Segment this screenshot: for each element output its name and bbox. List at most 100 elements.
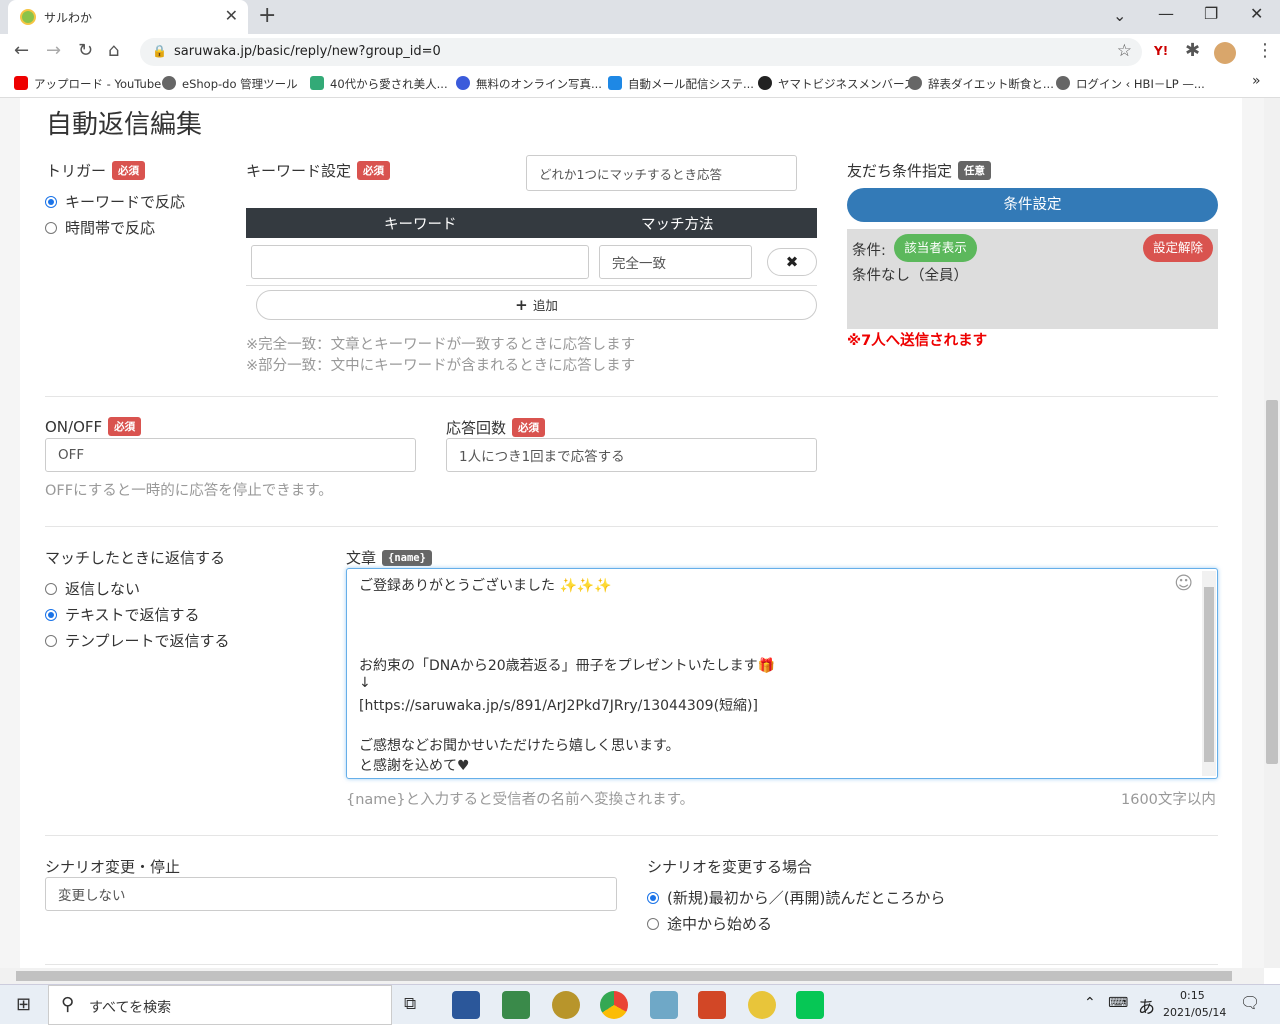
clock-date[interactable]: 2021/05/14 (1163, 1006, 1226, 1019)
required-badge: 必須 (108, 417, 142, 436)
back-icon[interactable]: ← (14, 40, 29, 61)
tab-title: サルわか (44, 11, 93, 25)
search-icon: ⚲ (61, 994, 75, 1015)
match-method-select[interactable]: 完全一致 (599, 245, 752, 279)
new-tab-icon[interactable]: + (258, 3, 276, 28)
radio-checked-icon (45, 196, 57, 208)
word-icon[interactable] (452, 991, 480, 1019)
leaf-icon (310, 76, 324, 90)
message-line: ご登録ありがとうございました ✨✨✨ (359, 578, 612, 594)
bookmark-star-icon[interactable]: ☆ (1117, 41, 1132, 61)
reply-label: マッチしたときに返信する (45, 549, 226, 567)
bookmark-mail[interactable]: 自動メール配信システ... (608, 76, 754, 92)
reload-icon[interactable]: ↻ (78, 40, 93, 61)
extensions-icon[interactable]: ✱ (1185, 40, 1200, 61)
bookmark-yamato[interactable]: ヤマトビジネスメンバーズ (758, 76, 915, 92)
bookmark-photo[interactable]: 無料のオンライン写真... (456, 76, 602, 92)
minimize-icon[interactable]: — (1158, 4, 1174, 23)
keyword-input[interactable] (251, 245, 589, 279)
close-window-icon[interactable]: ✕ (1250, 4, 1263, 23)
globe-icon (1056, 76, 1070, 90)
task-view-icon[interactable]: ⧉ (404, 994, 416, 1014)
forward-icon[interactable]: → (46, 40, 61, 61)
scenario-select[interactable]: 変更しない (45, 877, 617, 911)
c-icon (456, 76, 470, 90)
bookmark-beauty[interactable]: 40代から愛され美人... (310, 76, 448, 92)
onoff-note: OFFにすると一時的に応答を停止できます。 (45, 483, 333, 499)
bookmark-eshop[interactable]: eShop-do 管理ツール (162, 76, 298, 92)
tray-chevron-icon[interactable]: ⌃ (1084, 995, 1096, 1011)
page-title: 自動返信編集 (46, 110, 203, 140)
match-mode-select[interactable]: どれか1つにマッチするとき応答 (526, 155, 797, 191)
textarea-scrollbar[interactable] (1202, 571, 1216, 776)
close-icon: ✖ (785, 253, 799, 271)
scrollbar-thumb[interactable] (1266, 400, 1278, 764)
windows-start-icon[interactable]: ⊞ (16, 994, 31, 1015)
more-bookmarks-icon[interactable]: » (1252, 73, 1261, 89)
radio-checked-icon (45, 609, 57, 621)
section-divider (45, 526, 1218, 527)
profile-avatar[interactable] (1214, 42, 1236, 64)
keyboard-icon[interactable]: ⌨ (1108, 995, 1128, 1011)
trigger-option-keyword[interactable]: キーワードで反応 (45, 191, 185, 212)
notepad-app-icon[interactable] (650, 991, 678, 1019)
bookmark-login[interactable]: ログイン ‹ HBI－LP —... (1056, 76, 1205, 92)
reply-option-text[interactable]: テキストで返信する (45, 604, 200, 625)
taskbar-search[interactable]: ⚲ すべてを検索 (48, 985, 392, 1025)
reply-option-template[interactable]: テンプレートで返信する (45, 630, 230, 651)
name-tag-badge: {name} (382, 550, 432, 566)
clock-time[interactable]: 0:15 (1180, 989, 1205, 1002)
page-horizontal-scrollbar[interactable] (0, 968, 1264, 984)
page-vertical-scrollbar[interactable] (1264, 98, 1280, 968)
bookmark-diet[interactable]: 辞表ダイエット断食と... (908, 76, 1054, 92)
clear-condition-button[interactable]: 設定解除 (1143, 234, 1213, 262)
message-textarea[interactable]: ご登録ありがとうございました ✨✨✨ お約束の「DNAから20歳若返る」冊子をプ… (346, 568, 1218, 779)
line-icon[interactable] (796, 991, 824, 1019)
ime-mode[interactable]: あ (1138, 993, 1155, 1018)
delete-row-button[interactable]: ✖ (767, 248, 817, 276)
optional-badge: 任意 (958, 161, 992, 180)
restore-icon[interactable]: ❐ (1204, 4, 1218, 23)
radio-unchecked-icon (45, 583, 57, 595)
radio-unchecked-icon (45, 635, 57, 647)
message-line: お約束の「DNAから20歳若返る」冊子をプレゼントいたします🎁 (359, 658, 776, 674)
home-icon[interactable]: ⌂ (108, 40, 119, 61)
condition-settings-button[interactable]: 条件設定 (847, 188, 1218, 222)
emoji-picker-icon[interactable]: ☺ (1174, 573, 1193, 594)
bookmarks-bar: アップロード - YouTube eShop-do 管理ツール 40代から愛され… (0, 70, 1280, 98)
col-keyword: キーワード (384, 217, 457, 233)
name-variable-note: {name}と入力すると受信者の名前へ変換されます。 (346, 792, 695, 808)
heart-icon: ♥ (457, 758, 470, 774)
message-label: 文章 {name} (346, 547, 432, 568)
url-text: saruwaka.jp/basic/reply/new?group_id=0 (174, 44, 441, 59)
scrollbar-thumb[interactable] (16, 971, 1232, 981)
bookmark-youtube[interactable]: アップロード - YouTube (14, 76, 161, 92)
crown-app-icon[interactable] (552, 991, 580, 1019)
show-target-button[interactable]: 該当者表示 (894, 234, 977, 262)
add-keyword-button[interactable]: + 追加 (256, 290, 817, 320)
chrome-icon[interactable] (600, 991, 628, 1019)
sales-app-icon[interactable] (502, 991, 530, 1019)
yahoo-extension-icon[interactable]: Y! (1154, 44, 1168, 58)
address-bar[interactable]: 🔒 saruwaka.jp/basic/reply/new?group_id=0… (140, 38, 1142, 66)
close-tab-icon[interactable]: ✕ (225, 6, 238, 25)
response-count-select[interactable]: 1人につき1回まで応答する (446, 438, 817, 472)
onoff-select[interactable]: OFF (45, 438, 416, 472)
cat-icon (758, 76, 772, 90)
tab-search-icon[interactable]: ⌄ (1113, 6, 1126, 25)
menu-icon[interactable]: ⋮ (1256, 40, 1274, 61)
ftp-app-icon[interactable] (748, 991, 776, 1019)
browser-tab[interactable]: サルわか ✕ (8, 0, 248, 34)
scenario-option-restart[interactable]: (新規)最初から／(再開)読んだところから (647, 887, 945, 908)
required-badge: 必須 (112, 161, 146, 180)
powerpoint-icon[interactable] (698, 991, 726, 1019)
onoff-label: ON/OFF 必須 (45, 417, 142, 436)
globe-icon (908, 76, 922, 90)
notification-icon[interactable]: 🗨 (1240, 993, 1260, 1012)
scrollbar-thumb[interactable] (1204, 587, 1214, 762)
section-divider (45, 964, 1218, 965)
lock-icon: 🔒 (152, 44, 167, 58)
trigger-option-time[interactable]: 時間帯で反応 (45, 217, 155, 238)
reply-option-none[interactable]: 返信しない (45, 578, 140, 599)
scenario-option-middle[interactable]: 途中から始める (647, 913, 772, 934)
